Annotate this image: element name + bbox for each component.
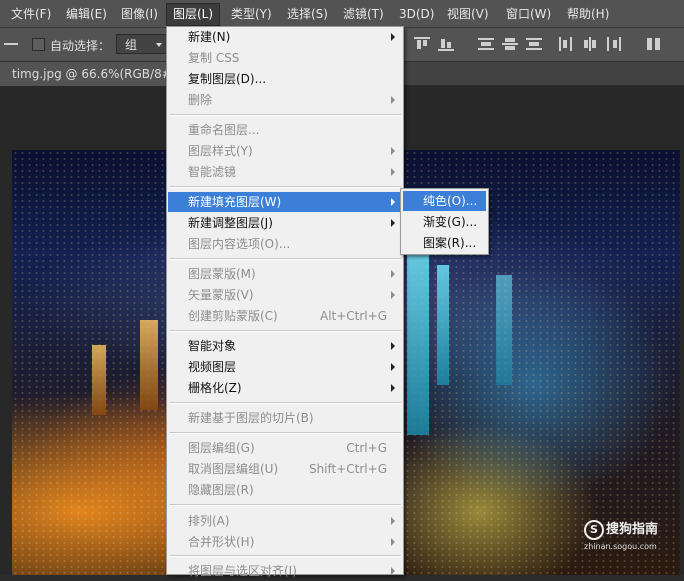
menu-bar: 文件(F) 编辑(E) 图像(I) 图层(L) 类型(Y) 选择(S) 滤镜(T… xyxy=(0,0,684,28)
chevron-down-icon xyxy=(156,43,162,47)
menu-item-new-fill-layer[interactable]: 新建填充图层(W) xyxy=(168,192,402,212)
menu-separator xyxy=(169,258,401,260)
shortcut-label: Shift+Ctrl+G xyxy=(308,462,387,476)
menu-separator xyxy=(169,114,401,116)
menu-item-copy-css: 复制 CSS xyxy=(188,51,240,65)
align-top-icon[interactable] xyxy=(414,37,430,51)
menu-file[interactable]: 文件(F) xyxy=(9,5,53,23)
menu-item-ungroup-layers: 取消图层编组(U) Shift+Ctrl+G xyxy=(168,459,402,479)
menu-item-layer-mask: 图层蒙版(M) xyxy=(168,264,402,284)
distribute-bottom-icon[interactable] xyxy=(526,37,542,51)
submenu-arrow-icon xyxy=(391,96,395,104)
auto-select-checkbox[interactable] xyxy=(32,38,45,51)
menu-item-layer-content-options: 图层内容选项(O)... xyxy=(188,237,291,251)
menu-separator xyxy=(169,402,401,404)
menu-item-hide-layers: 隐藏图层(R) xyxy=(188,483,254,497)
menu-item-new-adjustment-layer[interactable]: 新建调整图层(J) xyxy=(168,213,402,233)
menu-separator xyxy=(169,555,401,557)
sogou-watermark: S 搜狗指南 zhinan.sogou.com xyxy=(584,518,658,551)
menu-select[interactable]: 选择(S) xyxy=(285,5,330,23)
skyscraper xyxy=(496,275,512,385)
shortcut-label: Ctrl+G xyxy=(346,441,387,455)
menu-item-smart-object[interactable]: 智能对象 xyxy=(168,336,402,356)
menu-item-align-to-selection: 将图层与选区对齐(I) xyxy=(168,561,402,581)
shortcut-label: Alt+Ctrl+G xyxy=(319,309,387,323)
skyscraper xyxy=(407,255,429,435)
menu-view[interactable]: 视图(V) xyxy=(445,5,491,23)
submenu-arrow-icon xyxy=(391,198,395,206)
submenu-arrow-icon xyxy=(391,147,395,155)
menu-filter[interactable]: 滤镜(T) xyxy=(341,5,386,23)
submenu-item-gradient[interactable]: 渐变(G)... xyxy=(403,212,486,232)
menu-type[interactable]: 类型(Y) xyxy=(229,5,274,23)
menu-item-create-clipping-mask: 创建剪贴蒙版(C) Alt+Ctrl+G xyxy=(168,306,402,326)
menu-separator xyxy=(169,186,401,188)
watermark-url: zhinan.sogou.com xyxy=(584,541,657,551)
auto-select-dropdown[interactable]: 组 xyxy=(116,34,168,54)
document-tab-title: timg.jpg @ 66.6%(RGB/8#) xyxy=(12,67,177,81)
sogou-logo-icon: S xyxy=(584,519,604,540)
submenu-arrow-icon xyxy=(391,168,395,176)
menu-item-combine-shapes: 合并形状(H) xyxy=(168,532,402,552)
document-tab[interactable]: timg.jpg @ 66.6%(RGB/8#) xyxy=(0,62,187,86)
tool-preset-icon[interactable] xyxy=(4,38,18,50)
submenu-item-pattern[interactable]: 图案(R)... xyxy=(403,233,486,253)
menu-item-video-layers[interactable]: 视频图层 xyxy=(168,357,402,377)
distribute-right-icon[interactable] xyxy=(606,37,622,51)
menu-layer[interactable]: 图层(L) xyxy=(166,3,221,26)
submenu-arrow-icon xyxy=(391,219,395,227)
submenu-arrow-icon xyxy=(391,538,395,546)
submenu-arrow-icon xyxy=(391,342,395,350)
align-bottom-icon[interactable] xyxy=(438,37,454,51)
skyscraper xyxy=(437,265,449,385)
menu-edit[interactable]: 编辑(E) xyxy=(64,5,109,23)
menu-item-arrange: 排列(A) xyxy=(168,511,402,531)
fill-layer-submenu: 纯色(O)... 渐变(G)... 图案(R)... xyxy=(400,188,489,255)
menu-item-rename-layer: 重命名图层... xyxy=(188,123,260,137)
menu-item-duplicate-layer[interactable]: 复制图层(D)... xyxy=(168,69,402,89)
menu-help[interactable]: 帮助(H) xyxy=(565,5,611,23)
submenu-arrow-icon xyxy=(391,567,395,575)
menu-item-smart-filter: 智能滤镜 xyxy=(168,162,402,182)
menu-window[interactable]: 窗口(W) xyxy=(504,5,553,23)
menu-item-new-layer-based-slice: 新建基于图层的切片(B) xyxy=(188,411,314,425)
watermark-brand: 搜狗指南 xyxy=(606,522,659,537)
menu-separator xyxy=(169,432,401,434)
submenu-arrow-icon xyxy=(391,270,395,278)
auto-align-icon[interactable] xyxy=(646,37,662,51)
submenu-arrow-icon xyxy=(391,291,395,299)
distribute-left-icon[interactable] xyxy=(558,37,574,51)
auto-select-label: 自动选择： xyxy=(50,39,111,53)
submenu-arrow-icon xyxy=(391,33,395,41)
submenu-arrow-icon xyxy=(391,384,395,392)
skyscraper xyxy=(92,345,106,415)
layer-menu-dropdown: 新建(N) 复制 CSS 复制图层(D)... 删除 重命名图层... 图层样式… xyxy=(166,26,404,578)
submenu-arrow-icon xyxy=(391,363,395,371)
menu-image[interactable]: 图像(I) xyxy=(119,5,160,23)
menu-item-layer-style: 图层样式(Y) xyxy=(168,141,402,161)
menu-item-delete: 删除 xyxy=(168,90,402,110)
submenu-item-solid-color[interactable]: 纯色(O)... xyxy=(403,191,486,211)
menu-item-vector-mask: 矢量蒙版(V) xyxy=(168,285,402,305)
distribute-vcenter-icon[interactable] xyxy=(502,37,518,51)
distribute-hcenter-icon[interactable] xyxy=(582,37,598,51)
menu-3d[interactable]: 3D(D) xyxy=(397,5,436,23)
menu-separator xyxy=(169,330,401,332)
distribute-top-icon[interactable] xyxy=(478,37,494,51)
menu-item-new[interactable]: 新建(N) xyxy=(168,27,402,47)
skyscraper xyxy=(140,320,158,410)
menu-separator xyxy=(169,504,401,506)
menu-item-group-layers: 图层编组(G) Ctrl+G xyxy=(168,438,402,458)
menu-item-rasterize[interactable]: 栅格化(Z) xyxy=(168,378,402,398)
auto-select-value: 组 xyxy=(125,38,138,52)
submenu-arrow-icon xyxy=(391,517,395,525)
